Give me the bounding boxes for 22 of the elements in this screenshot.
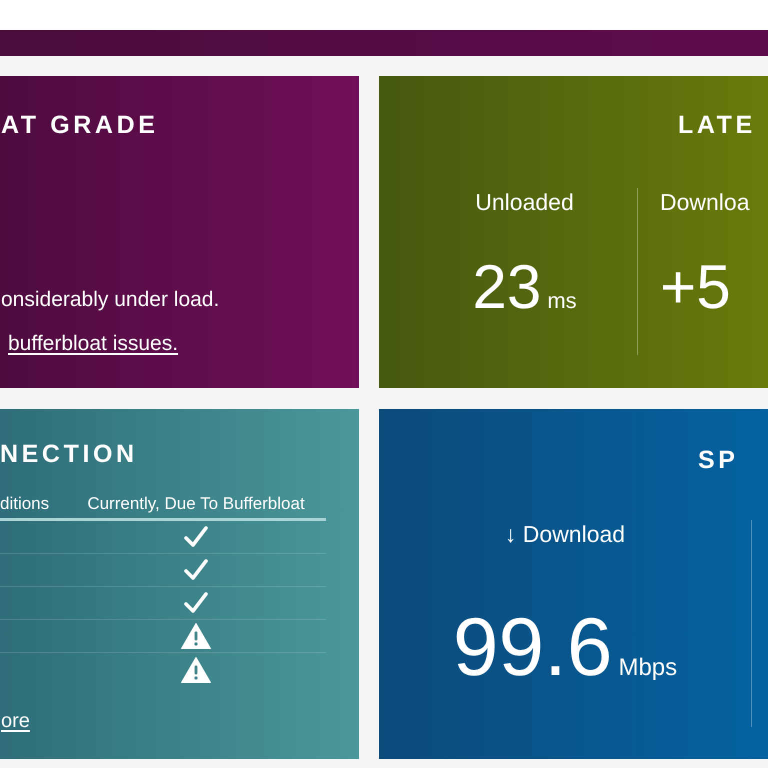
card-title: AT GRADE — [1, 110, 158, 141]
column-header: ditions — [0, 493, 50, 515]
metric-unit: Mbps — [618, 656, 678, 680]
metric-value: +5 — [660, 257, 731, 319]
more-link[interactable]: ore — [1, 707, 30, 735]
metric-label: Unloaded — [475, 188, 574, 216]
check-icon — [184, 592, 208, 614]
card-title: SP — [698, 445, 739, 476]
metric-label: ↓ Download — [504, 520, 626, 548]
metric-label: Downloa — [660, 188, 750, 216]
card-title: LATE — [678, 110, 756, 141]
check-icon — [184, 559, 208, 581]
metric-value: 99.6 — [452, 607, 612, 689]
check-icon — [184, 526, 208, 548]
bufferbloat-link[interactable]: bufferbloat issues. — [8, 330, 178, 358]
warning-icon — [181, 656, 211, 682]
warning-icon — [181, 623, 211, 649]
metric-unit: ms — [547, 290, 577, 312]
card-title: NECTION — [0, 439, 138, 470]
metric-value: 23 — [472, 257, 542, 319]
column-header: Currently, Due To Bufferbloat — [87, 493, 305, 515]
grade-summary: onsiderably under load. — [1, 287, 220, 313]
